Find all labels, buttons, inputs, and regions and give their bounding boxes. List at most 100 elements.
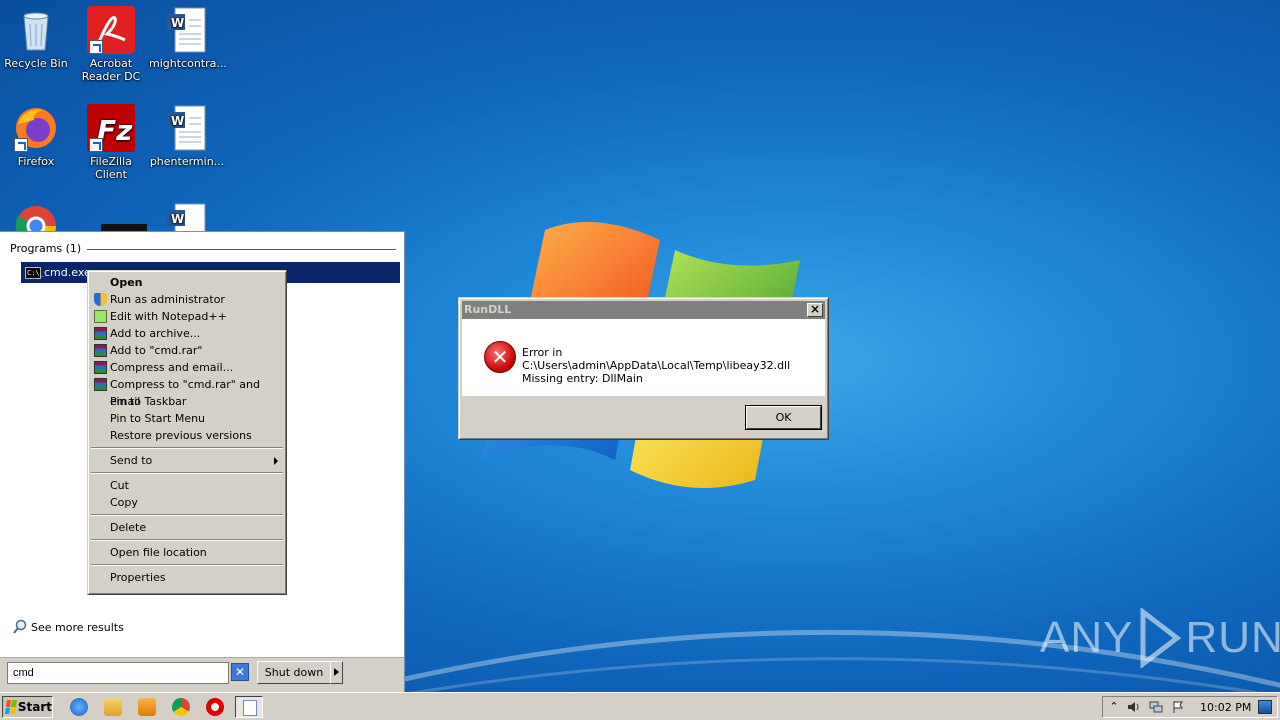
- show-desktop-icon[interactable]: [1258, 700, 1272, 714]
- start-search-input[interactable]: [7, 662, 229, 684]
- ctx-label: Open file location: [110, 546, 207, 559]
- start-button[interactable]: Start: [2, 696, 53, 718]
- ctx-delete[interactable]: Delete: [90, 519, 284, 536]
- volume-icon[interactable]: [1127, 700, 1141, 714]
- ctx-label: Pin to Start Menu: [110, 412, 206, 425]
- ctx-properties[interactable]: Properties: [90, 569, 284, 586]
- svg-text:W: W: [171, 212, 184, 226]
- desktop-icon-filezilla[interactable]: Fz FileZilla Client: [73, 104, 149, 181]
- winrar-icon: [94, 344, 107, 357]
- ok-button[interactable]: OK: [746, 406, 821, 429]
- ctx-label: Pin to Taskbar: [110, 395, 187, 408]
- ctx-label: Cut: [110, 479, 129, 492]
- anyrun-watermark: ANY RUN: [1040, 608, 1280, 668]
- winrar-icon: [94, 327, 107, 340]
- internet-explorer-icon[interactable]: [70, 698, 88, 716]
- dialog-message: Error in C:\Users\admin\AppData\Local\Te…: [522, 346, 825, 385]
- cmd-icon: C:\_: [25, 266, 44, 279]
- winrar-icon: [94, 361, 107, 374]
- close-icon: ×: [809, 302, 821, 316]
- ctx-add-to-archive[interactable]: Add to archive...: [90, 325, 284, 342]
- dialog-close-button[interactable]: ×: [807, 303, 823, 317]
- ctx-open-file-location[interactable]: Open file location: [90, 544, 284, 561]
- ctx-label: Compress and email...: [110, 361, 234, 374]
- rundll-dialog: RunDLL × ✕ Error in C:\Users\admin\AppDa…: [458, 297, 829, 440]
- programs-section-title: Programs (1): [10, 242, 88, 255]
- show-hidden-icons-icon[interactable]: ⌃: [1107, 700, 1121, 714]
- desktop-icon-recycle-bin[interactable]: Recycle Bin: [0, 6, 74, 70]
- taskbar-clock[interactable]: 10:02 PM: [1200, 701, 1251, 714]
- network-icon[interactable]: [1149, 700, 1163, 714]
- context-menu: Open Run as administrator Edit with Note…: [87, 270, 287, 595]
- system-tray: ⌃ 10:02 PM: [1102, 696, 1278, 718]
- start-label: Start: [17, 700, 52, 714]
- error-icon: ✕: [484, 341, 516, 373]
- windows-flag-icon: [5, 700, 17, 714]
- ctx-send-to[interactable]: Send to: [90, 452, 284, 469]
- ctx-separator: [90, 561, 284, 569]
- dialog-title-bar[interactable]: RunDLL ×: [462, 301, 825, 319]
- ctx-label: Copy: [110, 496, 138, 509]
- close-icon: ✕: [234, 665, 246, 679]
- see-more-label: See more results: [31, 620, 124, 634]
- ctx-open[interactable]: Open: [90, 274, 284, 291]
- submenu-arrow-icon: [274, 457, 278, 465]
- ctx-label: Open: [110, 276, 143, 289]
- acrobat-icon: [87, 6, 135, 54]
- desktop-icon-label: phentermin...: [149, 155, 225, 168]
- ctx-restore-versions[interactable]: Restore previous versions: [90, 427, 284, 444]
- recycle-bin-icon: [12, 6, 60, 54]
- ctx-pin-start-menu[interactable]: Pin to Start Menu: [90, 410, 284, 427]
- dialog-message-line1: Error in C:\Users\admin\AppData\Local\Te…: [522, 346, 791, 372]
- svg-text:W: W: [171, 114, 184, 128]
- dialog-body: ✕ Error in C:\Users\admin\AppData\Local\…: [462, 319, 825, 396]
- action-center-flag-icon[interactable]: [1171, 700, 1185, 714]
- desktop-icon-doc-2[interactable]: W phentermin...: [149, 104, 225, 168]
- desktop-icon-acrobat[interactable]: Acrobat Reader DC: [73, 6, 149, 83]
- ctx-label: Run as administrator: [110, 293, 225, 306]
- desktop-icon-label: Recycle Bin: [4, 57, 68, 70]
- chrome-icon[interactable]: [172, 698, 190, 716]
- desktop-icon-label: FileZilla Client: [90, 155, 132, 181]
- desktop-icon-label: mightcontra...: [149, 57, 227, 70]
- shutdown-options-button[interactable]: [330, 661, 343, 684]
- ctx-compress-email[interactable]: Compress and email...: [90, 359, 284, 376]
- clear-search-button[interactable]: ✕: [231, 663, 249, 681]
- ctx-label: Send to: [110, 454, 153, 467]
- firefox-icon: [12, 104, 60, 152]
- start-menu-bottom-bar: ✕ Shut down: [0, 657, 404, 693]
- explorer-folder-icon[interactable]: [104, 698, 122, 716]
- ctx-edit-notepadpp[interactable]: Edit with Notepad++: [90, 308, 284, 325]
- desktop-icon-label: Acrobat Reader DC: [81, 57, 141, 83]
- opera-icon[interactable]: [206, 698, 224, 716]
- ctx-separator: [90, 536, 284, 544]
- dialog-title: RunDLL: [464, 303, 512, 316]
- word-doc-icon: W: [163, 104, 211, 152]
- watermark-left: ANY: [1040, 613, 1134, 662]
- filezilla-icon: Fz: [87, 104, 135, 152]
- shutdown-button[interactable]: Shut down: [257, 661, 331, 684]
- svg-text:W: W: [171, 16, 184, 30]
- ctx-label: Delete: [110, 521, 147, 534]
- ctx-label: Add to archive...: [110, 327, 201, 340]
- desktop-icon-doc-1[interactable]: W mightcontra...: [149, 6, 227, 70]
- ctx-compress-to-cmd-rar-email[interactable]: Compress to "cmd.rar" and email: [90, 376, 284, 408]
- search-result-label: cmd.exe: [44, 266, 91, 279]
- see-more-results-link[interactable]: See more results: [12, 619, 124, 635]
- ctx-separator: [90, 444, 284, 452]
- ctx-run-as-admin[interactable]: Run as administrator: [90, 291, 284, 308]
- ctx-add-to-cmd-rar[interactable]: Add to "cmd.rar": [90, 342, 284, 359]
- notepadpp-icon: [94, 310, 107, 323]
- winrar-icon: [94, 378, 107, 391]
- word-doc-icon: W: [163, 6, 211, 54]
- ctx-pin-taskbar[interactable]: Pin to Taskbar: [90, 393, 284, 410]
- dialog-message-line2: Missing entry: DllMain: [522, 372, 643, 385]
- play-icon: [1140, 608, 1182, 668]
- notepad-taskbar-button[interactable]: [235, 696, 263, 718]
- ctx-label: Edit with Notepad++: [110, 310, 227, 323]
- desktop-icon-firefox[interactable]: Firefox: [0, 104, 74, 168]
- watermark-right: RUN: [1185, 613, 1280, 662]
- ctx-cut[interactable]: Cut: [90, 477, 284, 494]
- ctx-copy[interactable]: Copy: [90, 494, 284, 511]
- media-player-icon[interactable]: [138, 698, 156, 716]
